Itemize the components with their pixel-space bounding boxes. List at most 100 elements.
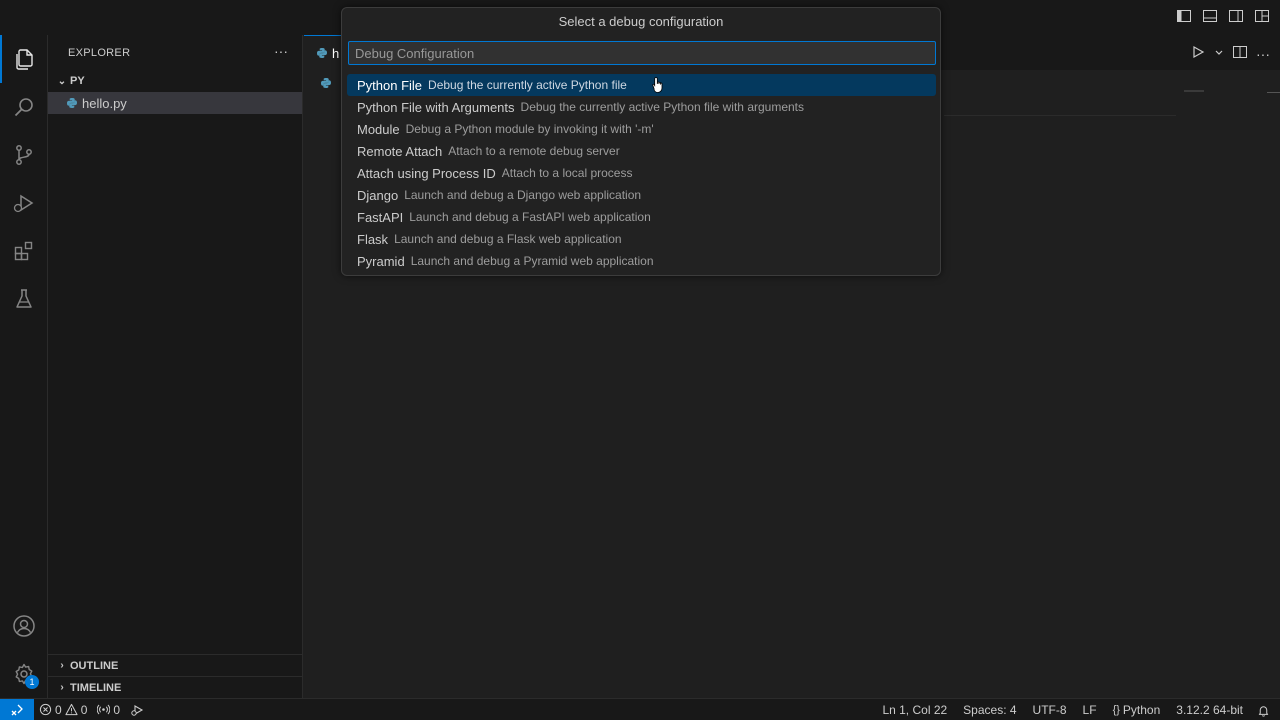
python-interpreter[interactable]: 3.12.2 64-bit [1168, 703, 1251, 717]
explorer-activity[interactable] [0, 35, 48, 83]
chevron-down-icon[interactable] [1214, 44, 1224, 63]
testing-icon [16, 289, 32, 308]
list-item-django[interactable]: Django Launch and debug a Django web app… [347, 184, 936, 206]
chevron-right-icon: › [60, 660, 64, 671]
explorer-sidebar: EXPLORER ··· ⌄ PY hello.py › OUTLINE › T… [48, 35, 303, 698]
notifications[interactable] [1251, 704, 1280, 717]
error-icon [39, 703, 52, 716]
list-item-python-file-with-arguments[interactable]: Python File with Arguments Debug the cur… [347, 96, 936, 118]
python-file-icon [317, 48, 327, 58]
extensions-icon [14, 241, 33, 261]
breadcrumb [320, 72, 332, 94]
language-mode[interactable]: {} Python [1105, 703, 1169, 717]
item-description: Attach to a local process [501, 166, 633, 180]
item-description: Launch and debug a Pyramid web applicati… [410, 254, 654, 268]
configuration-list: Python File Debug the currently active P… [347, 74, 936, 272]
debug-configuration-input[interactable] [348, 41, 936, 65]
tab-label: h [332, 45, 340, 61]
timeline-section[interactable]: › TIMELINE [48, 676, 303, 698]
account-icon [13, 615, 35, 637]
list-item-remote-attach[interactable]: Remote Attach Attach to a remote debug s… [347, 140, 936, 162]
ports-icon [97, 704, 111, 715]
item-label: Remote Attach [357, 143, 443, 159]
more-icon[interactable]: ··· [1256, 46, 1270, 62]
item-description: Launch and debug a Django web applicatio… [404, 188, 642, 202]
list-item-attach-process-id[interactable]: Attach using Process ID Attach to a loca… [347, 162, 936, 184]
testing-activity[interactable] [0, 275, 48, 323]
item-label: FastAPI [357, 209, 404, 225]
list-item-module[interactable]: Module Debug a Python module by invoking… [347, 118, 936, 140]
encoding[interactable]: UTF-8 [1025, 703, 1075, 717]
search-activity[interactable] [0, 83, 48, 131]
toggle-panel-icon[interactable] [1202, 8, 1218, 24]
toggle-primary-sidebar-icon[interactable] [1176, 8, 1192, 24]
list-item-pyramid[interactable]: Pyramid Launch and debug a Pyramid web a… [347, 250, 936, 272]
customize-layout-icon[interactable] [1254, 8, 1270, 24]
cursor-position[interactable]: Ln 1, Col 22 [874, 703, 955, 717]
split-editor-icon[interactable] [1232, 44, 1248, 63]
item-label: Module [357, 121, 400, 137]
item-description: Debug a Python module by invoking it wit… [405, 122, 654, 136]
indentation[interactable]: Spaces: 4 [955, 703, 1024, 717]
outline-section[interactable]: › OUTLINE [48, 654, 303, 676]
scrollbar[interactable] [1267, 92, 1280, 93]
timeline-label: TIMELINE [70, 681, 122, 694]
ports-count: 0 [113, 702, 121, 717]
remote-indicator[interactable] [0, 698, 34, 720]
list-item-python-file[interactable]: Python File Debug the currently active P… [347, 74, 936, 96]
minimap[interactable] [1184, 90, 1204, 92]
layout-controls [1176, 8, 1270, 24]
chevron-down-icon: ⌄ [57, 75, 67, 87]
source-control-activity[interactable] [0, 131, 48, 179]
item-description: Attach to a remote debug server [448, 144, 620, 158]
files-icon [16, 49, 33, 70]
vscode-window: 1 EXPLORER ··· ⌄ PY hello.py › OUTLINE ›… [0, 0, 1280, 720]
debug-launch-indicator[interactable] [125, 703, 149, 717]
python-file-icon [64, 95, 80, 111]
item-label: Django [357, 187, 399, 203]
run-icon[interactable] [1190, 44, 1206, 63]
current-line-highlight [944, 115, 1176, 116]
more-icon[interactable]: ··· [274, 43, 288, 59]
language-label: Python [1122, 703, 1161, 717]
list-item-fastapi[interactable]: FastAPI Launch and debug a FastAPI web a… [347, 206, 936, 228]
item-description: Launch and debug a FastAPI web applicati… [409, 210, 651, 224]
run-debug-icon [131, 704, 144, 716]
error-count: 0 [55, 702, 62, 717]
sidebar-title: EXPLORER [68, 46, 131, 59]
status-bar: 0 0 0 Ln 1, Col 22 Spaces: 4 UTF-8 LF {}… [0, 698, 1280, 720]
item-description: Debug the currently active Python file w… [520, 100, 805, 114]
status-right: Ln 1, Col 22 Spaces: 4 UTF-8 LF {} Pytho… [874, 699, 1280, 720]
settings-badge: 1 [25, 675, 39, 689]
accounts-activity[interactable] [0, 602, 48, 650]
python-file-icon [321, 78, 331, 88]
bell-icon [1258, 705, 1269, 717]
extensions-activity[interactable] [0, 227, 48, 275]
item-label: Python File with Arguments [357, 99, 515, 115]
manage-activity[interactable]: 1 [0, 650, 48, 698]
folder-py[interactable]: ⌄ PY [48, 70, 302, 92]
end-of-line[interactable]: LF [1075, 703, 1105, 717]
item-label: Pyramid [357, 253, 405, 269]
file-label: hello.py [82, 95, 127, 111]
warning-count: 0 [80, 702, 88, 717]
ports-indicator[interactable]: 0 [92, 703, 125, 717]
problems-indicator[interactable]: 0 0 [34, 703, 92, 717]
item-description: Launch and debug a Flask web application [394, 232, 622, 246]
run-debug-activity[interactable] [0, 179, 48, 227]
remote-icon [11, 704, 23, 715]
braces-icon: {} [1112, 704, 1120, 716]
file-hello-py[interactable]: hello.py [48, 92, 302, 114]
chevron-right-icon: › [60, 682, 64, 693]
item-label: Attach using Process ID [357, 165, 496, 181]
item-label: Flask [357, 231, 389, 247]
folder-label: PY [70, 75, 85, 87]
run-debug-icon [13, 194, 34, 213]
activity-bar: 1 [0, 35, 48, 698]
item-label: Python File [357, 77, 423, 93]
hand-cursor-icon [652, 77, 663, 93]
outline-label: OUTLINE [70, 659, 119, 672]
picker-title: Select a debug configuration [558, 13, 724, 29]
toggle-secondary-sidebar-icon[interactable] [1228, 8, 1244, 24]
list-item-flask[interactable]: Flask Launch and debug a Flask web appli… [347, 228, 936, 250]
